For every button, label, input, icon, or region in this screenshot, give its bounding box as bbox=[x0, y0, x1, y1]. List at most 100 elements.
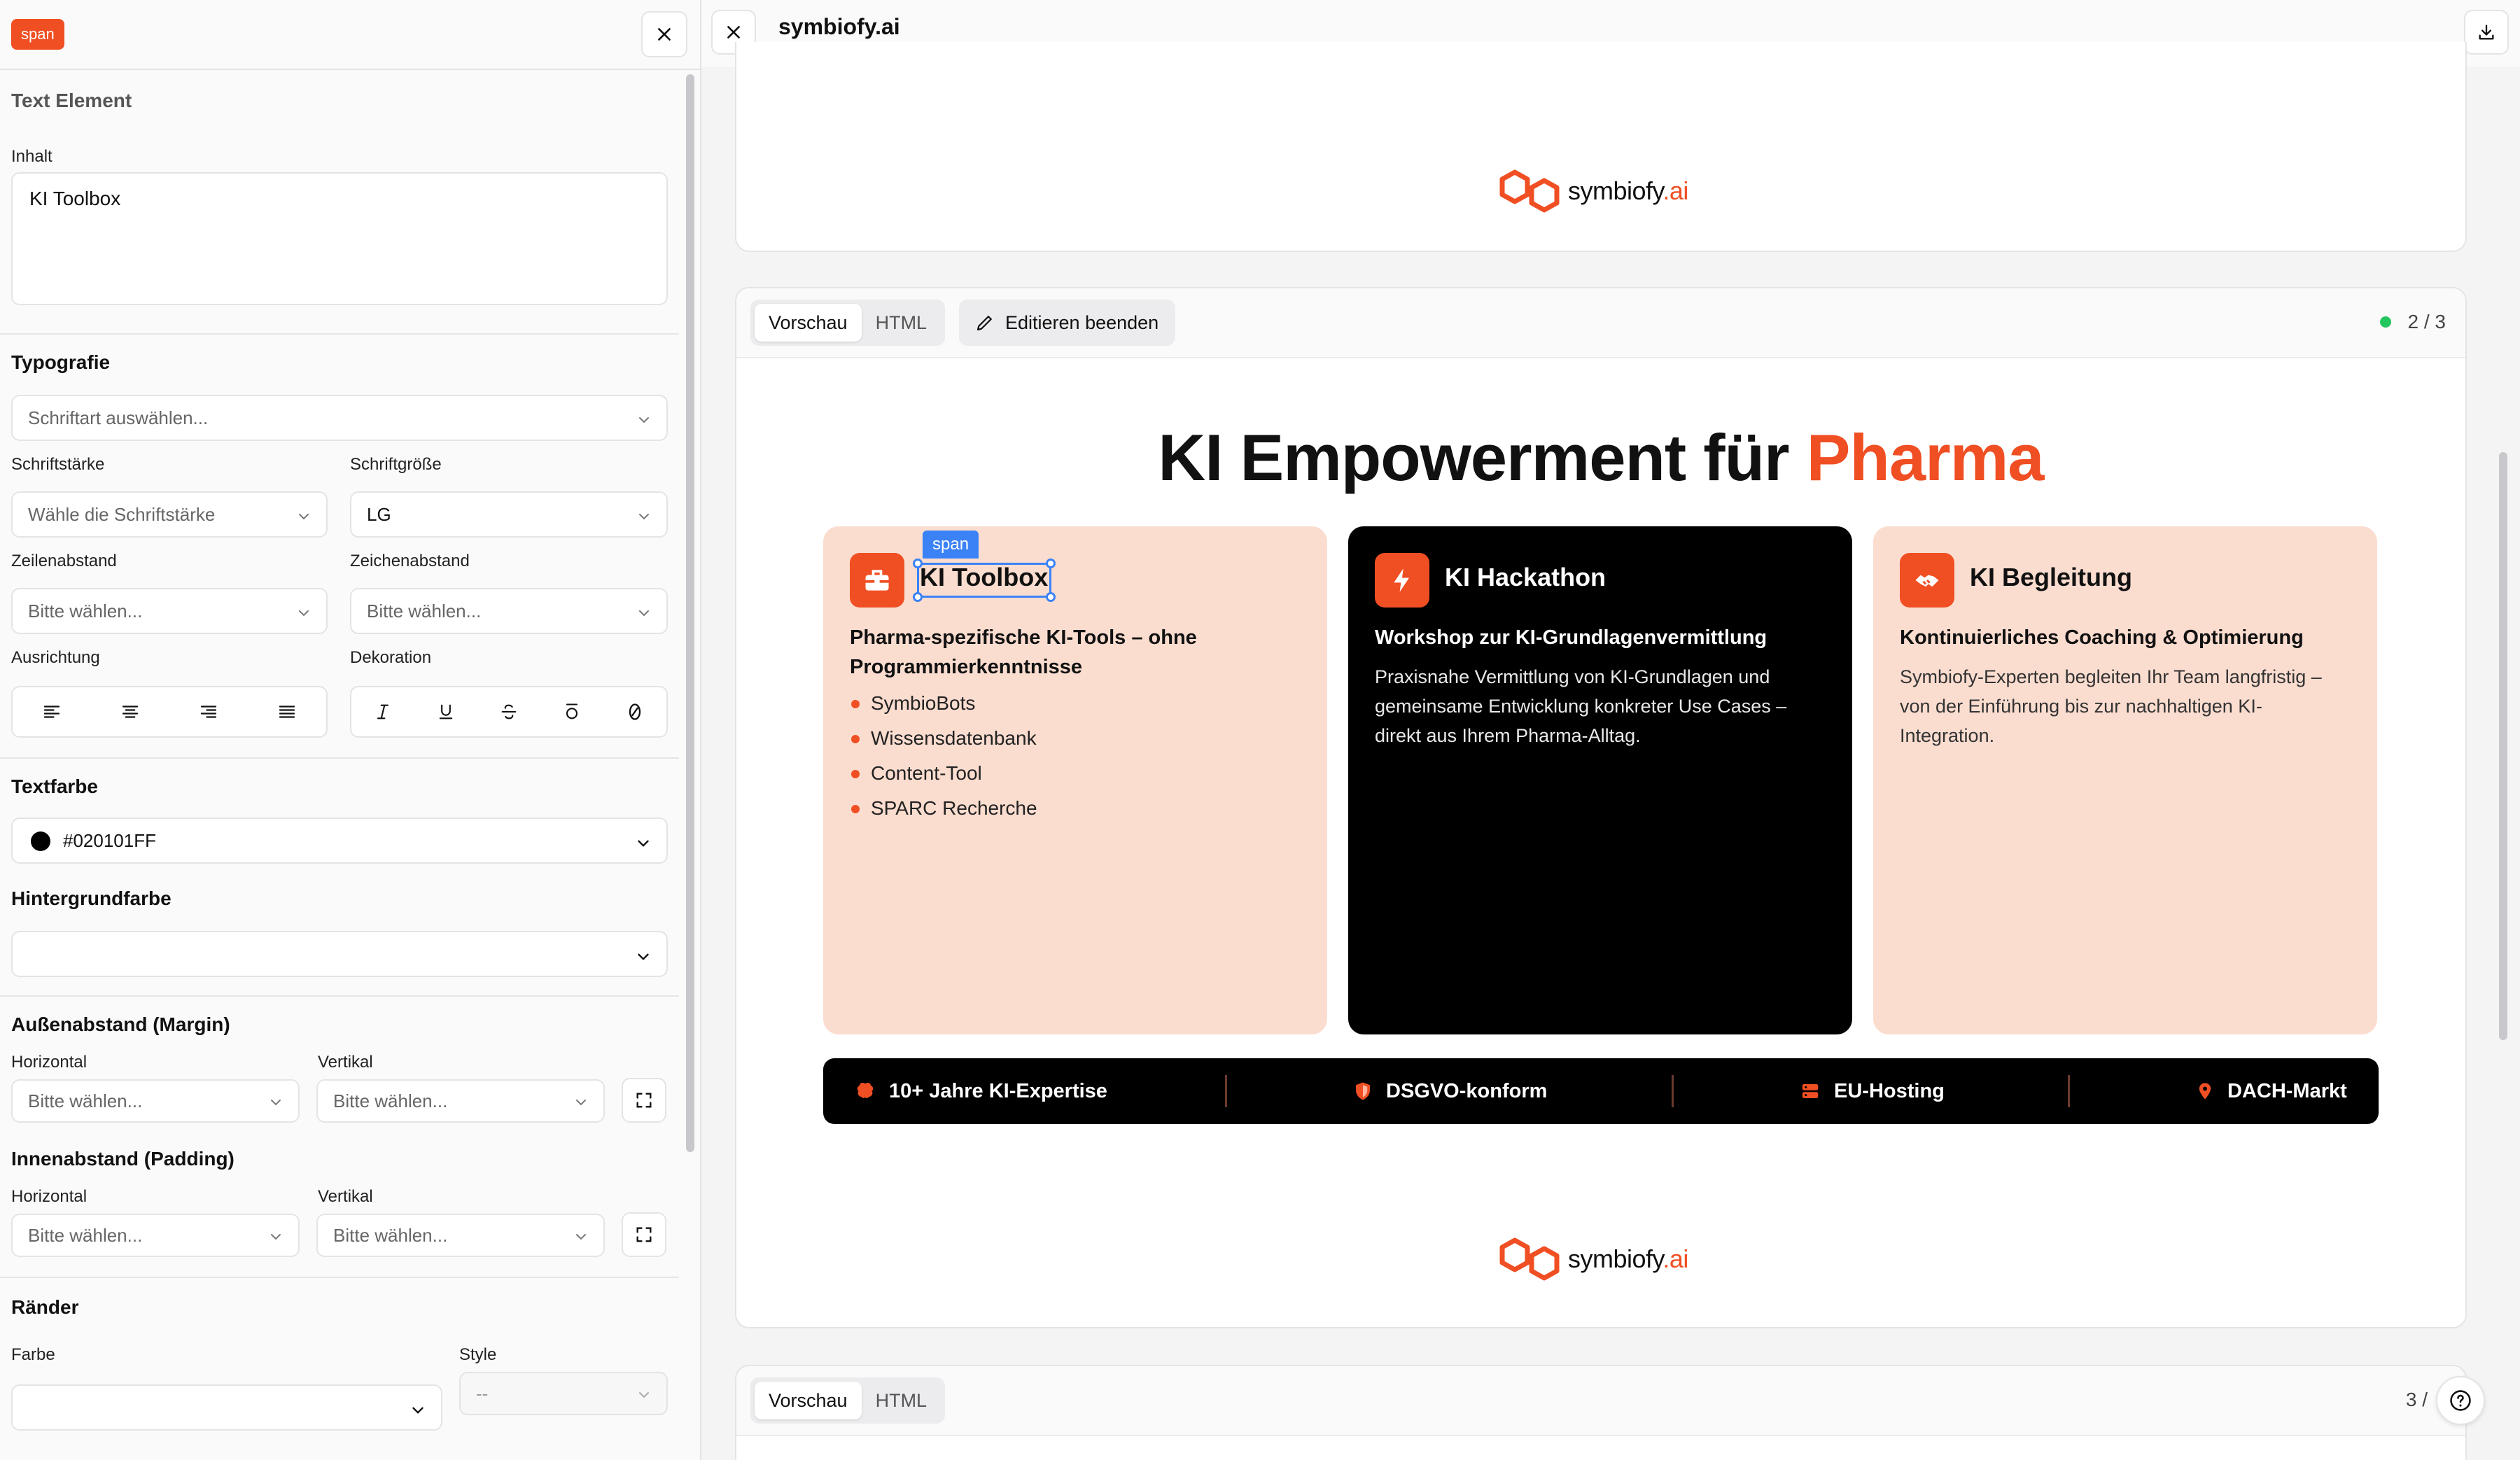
content-label: Inhalt bbox=[11, 147, 52, 166]
brain-icon bbox=[857, 1082, 874, 1098]
page-indicator: 2 / 3 bbox=[2379, 311, 2446, 333]
letter-spacing-select[interactable]: Bitte wählen... bbox=[350, 588, 668, 634]
font-size-select[interactable]: LG bbox=[350, 491, 668, 538]
padding-horizontal-label: Horizontal bbox=[11, 1187, 88, 1206]
tab-preview[interactable]: Vorschau bbox=[755, 1382, 862, 1419]
chevron-down-icon bbox=[271, 1100, 281, 1106]
chevron-down-icon bbox=[299, 610, 309, 617]
stop-editing-label: Editieren beenden bbox=[1005, 311, 1159, 333]
align-right-button[interactable] bbox=[188, 691, 230, 733]
slide-toolbar: Vorschau HTML 3 / bbox=[736, 1366, 2465, 1436]
border-color-select[interactable] bbox=[11, 1384, 442, 1431]
feature-card-hackathon[interactable]: KI Hackathon Workshop zur KI-Grundlagenv… bbox=[1348, 526, 1852, 1034]
padding-vertical-label: Vertikal bbox=[318, 1187, 373, 1206]
tab-html[interactable]: HTML bbox=[862, 1382, 941, 1419]
typography-heading: Typografie bbox=[11, 351, 111, 373]
margin-vertical-select[interactable]: Bitte wählen... bbox=[316, 1079, 605, 1123]
selection-tag: span bbox=[923, 531, 979, 559]
chevron-down-icon bbox=[271, 1234, 281, 1240]
alignment-label: Ausrichtung bbox=[11, 648, 100, 667]
align-left-icon bbox=[43, 706, 60, 718]
line-height-select[interactable]: Bitte wählen... bbox=[11, 588, 328, 634]
text-color-value: #020101FF bbox=[63, 830, 156, 851]
feature-title[interactable]: KI Begleitung bbox=[1970, 563, 2132, 592]
tab-preview[interactable]: Vorschau bbox=[755, 304, 862, 342]
divider bbox=[0, 333, 679, 335]
feature-body: Symbiofy-Experten begleiten Ihr Team lan… bbox=[1900, 666, 2322, 746]
font-weight-select[interactable]: Wähle die Schriftstärke bbox=[11, 491, 328, 538]
align-justify-button[interactable] bbox=[266, 691, 308, 733]
chevron-down-icon bbox=[638, 953, 649, 960]
expand-icon bbox=[636, 1093, 652, 1108]
chevron-down-icon bbox=[576, 1100, 586, 1106]
feature-subtitle: Kontinuierliches Coaching & Optimierung bbox=[1900, 626, 2304, 649]
editor-scrollbar[interactable] bbox=[683, 70, 697, 1460]
margin-horizontal-placeholder: Bitte wählen... bbox=[28, 1090, 143, 1111]
resize-handle[interactable] bbox=[913, 592, 923, 602]
font-weight-label: Schriftstärke bbox=[11, 455, 105, 474]
resize-handle[interactable] bbox=[913, 559, 923, 568]
slashed-zero-icon bbox=[629, 703, 641, 720]
element-tag-badge: span bbox=[11, 19, 64, 50]
feature-title[interactable]: KI Hackathon bbox=[1445, 563, 1606, 592]
padding-expand-button[interactable] bbox=[622, 1212, 666, 1257]
padding-vertical-select[interactable]: Bitte wählen... bbox=[316, 1214, 605, 1257]
padding-horizontal-placeholder: Bitte wählen... bbox=[28, 1225, 143, 1246]
selection-outline bbox=[913, 559, 1056, 602]
scrollbar-thumb[interactable] bbox=[686, 74, 694, 1152]
list-item: Wissensdatenbank bbox=[850, 721, 1037, 756]
download-button[interactable] bbox=[2464, 10, 2509, 55]
align-center-button[interactable] bbox=[109, 691, 151, 733]
slashed-zero-button[interactable] bbox=[614, 691, 656, 733]
margin-horizontal-select[interactable]: Bitte wählen... bbox=[11, 1079, 300, 1123]
scrollbar-thumb[interactable] bbox=[2499, 452, 2507, 1040]
view-tabs: Vorschau HTML bbox=[750, 300, 946, 346]
chevron-down-icon bbox=[299, 514, 309, 520]
line-height-placeholder: Bitte wählen... bbox=[28, 601, 143, 622]
stat-expertise: 10+ Jahre KI-Expertise bbox=[854, 1058, 1107, 1124]
view-tabs: Vorschau HTML bbox=[750, 1377, 946, 1424]
feature-card-toolbox[interactable]: KI Toolbox span Pharma-spezifische KI-To… bbox=[823, 526, 1327, 1034]
slide-toolbar: Vorschau HTML Editieren beenden 2 / 3 bbox=[736, 288, 2465, 358]
stop-editing-button[interactable]: Editieren beenden bbox=[959, 300, 1176, 346]
preview-panel: symbiofy.ai symbiofy.ai Vorschau HTML Ed… bbox=[701, 0, 2520, 1460]
slide-canvas: KI Empowerment für Pharma KI Toolbox spa… bbox=[736, 358, 2465, 1327]
resize-handle[interactable] bbox=[1046, 592, 1056, 602]
text-color-select[interactable]: #020101FF bbox=[11, 817, 668, 864]
preview-scrollbar[interactable] bbox=[2496, 67, 2512, 1460]
font-size-label: Schriftgröße bbox=[350, 455, 442, 474]
line-height-label: Zeilenabstand bbox=[11, 552, 117, 570]
close-icon bbox=[727, 26, 740, 38]
padding-vertical-placeholder: Bitte wählen... bbox=[333, 1225, 448, 1246]
feature-card-begleitung[interactable]: KI Begleitung Kontinuierliches Coaching … bbox=[1873, 526, 2377, 1034]
list-item: SPARC Recherche bbox=[850, 791, 1037, 826]
font-family-select[interactable]: Schriftart auswählen... bbox=[11, 395, 668, 441]
underline-button[interactable] bbox=[425, 691, 467, 733]
align-left-button[interactable] bbox=[31, 691, 73, 733]
font-family-placeholder: Schriftart auswählen... bbox=[28, 407, 209, 428]
overline-button[interactable] bbox=[551, 691, 593, 733]
background-color-select[interactable] bbox=[11, 931, 668, 977]
border-style-select[interactable]: -- bbox=[459, 1372, 668, 1415]
padding-horizontal-select[interactable]: Bitte wählen... bbox=[11, 1214, 300, 1257]
content-textarea[interactable]: KI Toolbox bbox=[11, 172, 668, 305]
stat-divider bbox=[1225, 1075, 1227, 1107]
logo-wordmark: symbiofy.ai bbox=[1568, 1244, 1688, 1273]
divider bbox=[0, 995, 679, 997]
content-value: KI Toolbox bbox=[29, 188, 121, 209]
resize-handle[interactable] bbox=[1046, 559, 1056, 568]
text-color-heading: Textfarbe bbox=[11, 775, 98, 797]
handshake-icon bbox=[1900, 553, 1954, 608]
chevron-down-icon bbox=[639, 1392, 649, 1398]
stat-divider bbox=[1672, 1075, 1674, 1107]
italic-button[interactable] bbox=[362, 691, 404, 733]
feature-subtitle: Workshop zur KI-Grundlagenvermittlung bbox=[1375, 626, 1768, 649]
help-button[interactable] bbox=[2436, 1376, 2485, 1425]
tab-html[interactable]: HTML bbox=[862, 304, 941, 342]
strikethrough-button[interactable] bbox=[488, 691, 530, 733]
feature-body: Praxisnahe Vermittlung von KI-Grundlagen… bbox=[1375, 666, 1787, 746]
margin-vertical-placeholder: Bitte wählen... bbox=[333, 1090, 448, 1111]
margin-expand-button[interactable] bbox=[622, 1078, 666, 1123]
stat-hosting: EU-Hosting bbox=[1799, 1058, 1945, 1124]
close-editor-button[interactable] bbox=[641, 11, 687, 57]
